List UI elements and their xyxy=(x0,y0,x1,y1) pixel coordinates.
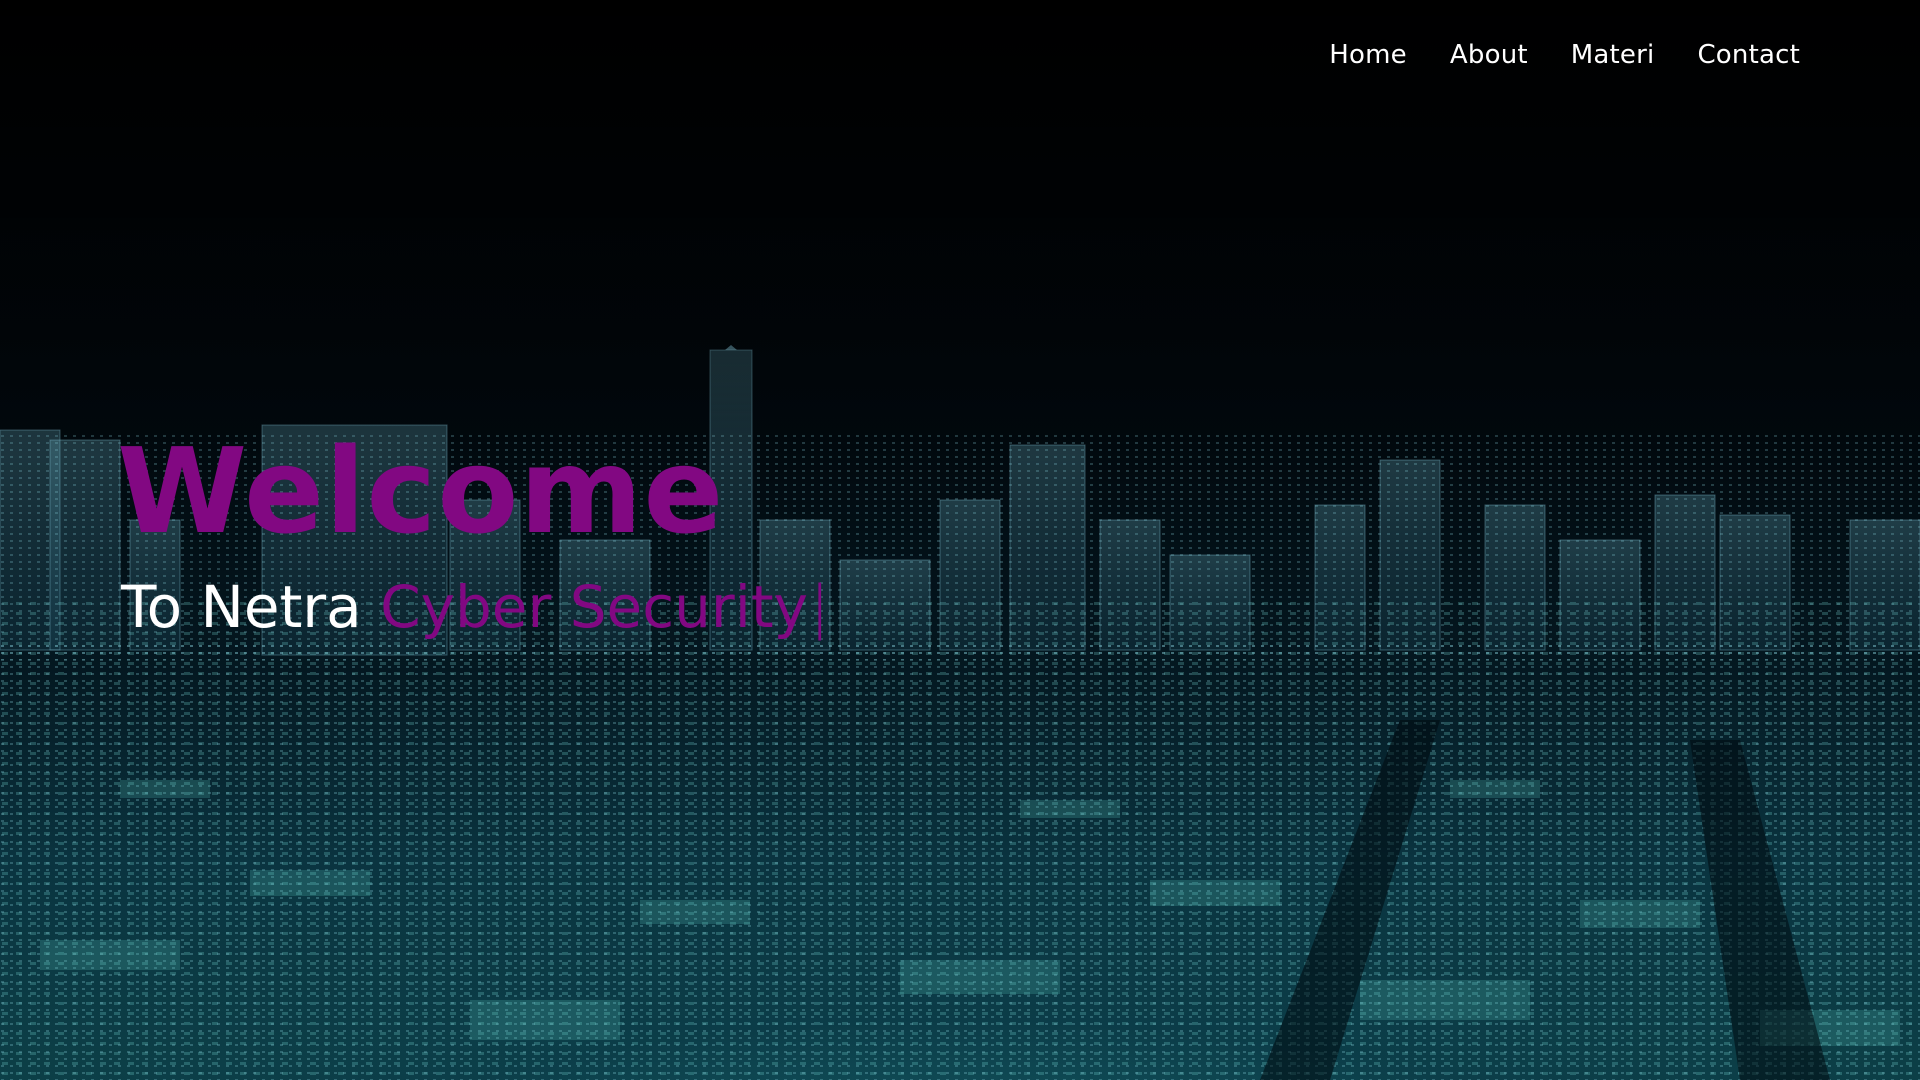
welcome-heading: Welcome xyxy=(117,422,725,560)
nav-contact-link[interactable]: Contact xyxy=(1697,40,1800,70)
nav-about-link[interactable]: About xyxy=(1450,40,1528,70)
hero-tagline: To Netra Cyber Security| xyxy=(121,573,830,641)
main-nav: Home About Materi Contact xyxy=(1329,40,1800,70)
nav-materi-link[interactable]: Materi xyxy=(1571,40,1655,70)
hero-text-block: Welcome To Netra Cyber Security| xyxy=(117,432,829,640)
nav-home-link[interactable]: Home xyxy=(1329,40,1407,70)
hero-section: Home About Materi Contact Welcome To Net… xyxy=(0,0,1920,1080)
typing-cursor: | xyxy=(809,573,830,641)
tagline-prefix: To Netra xyxy=(121,573,362,641)
tagline-highlight: Cyber Security xyxy=(380,573,808,641)
